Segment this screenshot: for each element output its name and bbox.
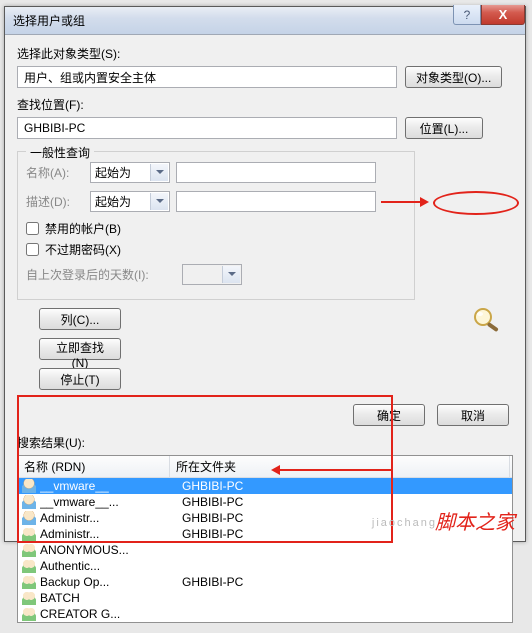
group-icon	[22, 527, 36, 541]
non-expiring-pw-checkbox[interactable]	[26, 243, 39, 256]
group-icon	[22, 591, 36, 605]
common-queries-group: 一般性查询 名称(A): 起始为 描述(D): 起始为 禁用的帐户(B) 不过期…	[17, 151, 415, 300]
chevron-down-icon	[156, 199, 164, 203]
annotation-arrow	[381, 201, 427, 203]
list-item[interactable]: ANONYMOUS...	[18, 542, 512, 558]
annotation-arrow	[273, 469, 393, 471]
desc-filter-label: 描述(D):	[26, 193, 84, 210]
columns-button[interactable]: 列(C)...	[39, 308, 121, 330]
chevron-down-icon	[156, 170, 164, 174]
col-folder[interactable]: 所在文件夹	[170, 456, 510, 477]
location-label: 查找位置(F):	[17, 96, 513, 113]
name-filter-input[interactable]	[176, 162, 376, 183]
search-icon	[469, 305, 503, 333]
disabled-accounts-label: 禁用的帐户(B)	[45, 220, 121, 237]
results-listview[interactable]: 名称 (RDN) 所在文件夹 __vmware__GHBIBI-PC__vmwa…	[17, 455, 513, 623]
watermark-url: jiaochang	[372, 517, 437, 529]
ok-button[interactable]: 确定	[353, 404, 425, 426]
close-button[interactable]: X	[481, 5, 525, 25]
locations-button[interactable]: 位置(L)...	[405, 117, 483, 139]
object-type-label: 选择此对象类型(S):	[17, 45, 513, 62]
common-queries-legend: 一般性查询	[26, 144, 94, 161]
group-icon	[22, 543, 36, 557]
window-title: 选择用户或组	[13, 12, 85, 29]
chevron-down-icon	[228, 272, 236, 276]
name-filter-label: 名称(A):	[26, 164, 84, 181]
watermark: 脚本之家	[435, 506, 515, 535]
list-item[interactable]: Backup Op...GHBIBI-PC	[18, 574, 512, 590]
list-item[interactable]: BATCH	[18, 590, 512, 606]
location-field	[17, 117, 397, 139]
group-icon	[22, 575, 36, 589]
user-icon	[22, 511, 36, 525]
list-item[interactable]: __vmware__GHBIBI-PC	[18, 478, 512, 494]
user-icon	[22, 495, 36, 509]
group-icon	[22, 607, 36, 621]
titlebar[interactable]: 选择用户或组 ? X	[5, 7, 525, 35]
object-types-button[interactable]: 对象类型(O)...	[405, 66, 502, 88]
list-item[interactable]: CREATOR G...	[18, 606, 512, 622]
non-expiring-pw-label: 不过期密码(X)	[45, 241, 121, 258]
days-since-login-combo	[182, 264, 242, 285]
object-type-field	[17, 66, 397, 88]
find-now-button[interactable]: 立即查找(N)	[39, 338, 121, 360]
name-match-combo[interactable]: 起始为	[90, 162, 170, 183]
desc-match-combo[interactable]: 起始为	[90, 191, 170, 212]
list-item[interactable]: Authentic...	[18, 558, 512, 574]
group-icon	[22, 559, 36, 573]
disabled-accounts-checkbox[interactable]	[26, 222, 39, 235]
help-button[interactable]: ?	[453, 5, 481, 25]
cancel-button[interactable]: 取消	[437, 404, 509, 426]
listview-header[interactable]: 名称 (RDN) 所在文件夹	[18, 456, 512, 478]
col-rdn[interactable]: 名称 (RDN)	[18, 456, 170, 477]
stop-button[interactable]: 停止(T)	[39, 368, 121, 390]
dialog-window: 选择用户或组 ? X 选择此对象类型(S): 对象类型(O)... 查找位置(F…	[4, 6, 526, 542]
search-results-label: 搜索结果(U):	[17, 434, 513, 451]
days-since-login-label: 自上次登录后的天数(I):	[26, 266, 176, 283]
user-icon	[22, 479, 36, 493]
desc-filter-input[interactable]	[176, 191, 376, 212]
